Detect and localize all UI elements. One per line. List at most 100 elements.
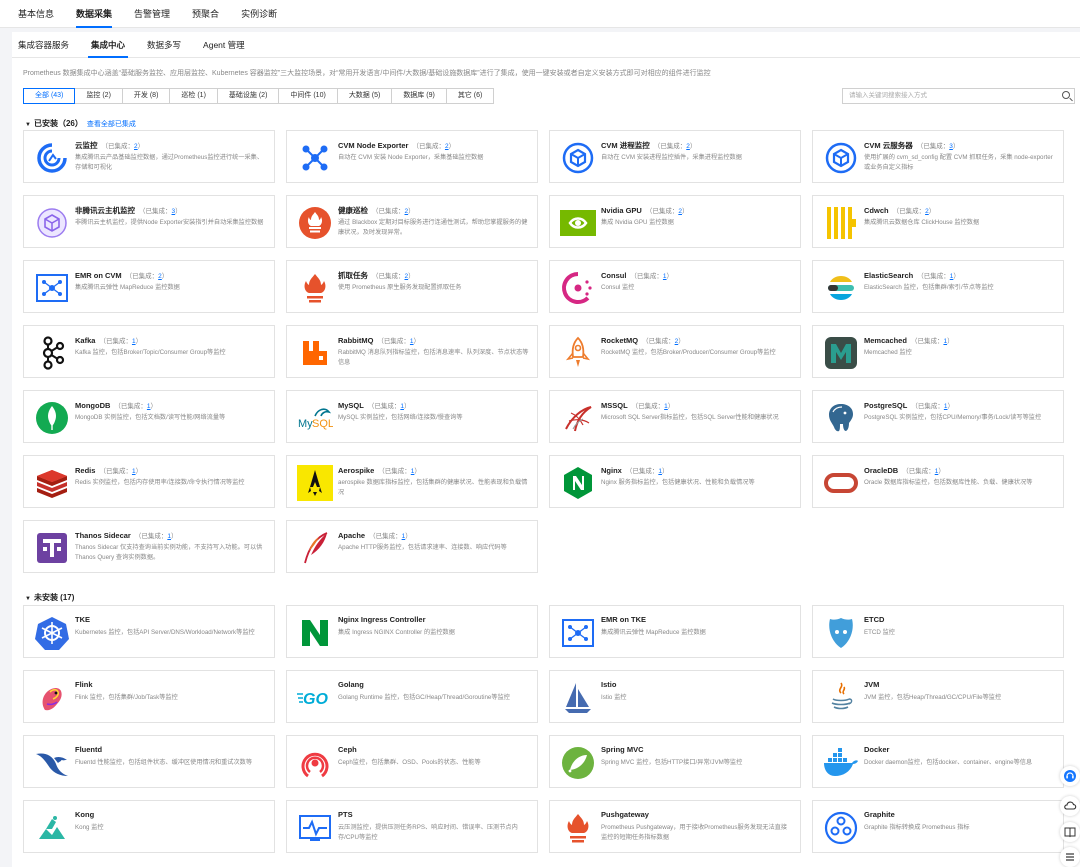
search-icon[interactable] xyxy=(1062,91,1070,99)
integration-card[interactable]: Apache （已集成：1） Apache HTTP服务监控，包括请求速率、连接数、… xyxy=(286,520,538,573)
integration-card[interactable]: Aerospike （已集成：1） aerospike 数据库指标监控，包括集群的健… xyxy=(286,455,538,508)
tab-pre-aggregation[interactable]: 预聚合 xyxy=(192,0,219,28)
oracle-icon xyxy=(823,465,859,501)
integration-card[interactable]: Thanos Sidecar （已集成：1） Thanos Sidecar 仅支持查… xyxy=(23,520,275,573)
list-icon[interactable] xyxy=(1060,847,1080,867)
integration-description: Ceph监控，包括集群、OSD、Pools的状态、性能等 xyxy=(338,759,481,766)
integration-card[interactable]: 健康巡检 （已集成：2） 通过 Blackbox 定期对目标服务进行连通性测试，帮助… xyxy=(286,195,538,248)
integration-card[interactable]: Flink Flink 监控，包括集群/Job/Task等监控 xyxy=(23,670,275,723)
integration-card[interactable]: EMR on TKE 集成腾讯云弹性 MapReduce 监控数据 xyxy=(549,605,801,658)
filter-other[interactable]: 其它 (6) xyxy=(445,88,495,104)
integration-card[interactable]: PTS 云压测监控，提供压测任务RPS、响应时间、错误率、压测节点内存/CPU等监… xyxy=(286,800,538,853)
search-input[interactable]: 请输入关键词搜索接入方式 xyxy=(842,88,1075,104)
caret-down-icon[interactable]: ▼ xyxy=(25,596,31,602)
integration-card[interactable]: CVM 进程监控 （已集成：2） 自动在 CVM 安装进程监控插件，采集进程监控数据 xyxy=(549,130,801,183)
subtab-integration-center[interactable]: 集成中心 xyxy=(88,32,129,58)
integration-card[interactable]: OracleDB （已集成：1） Oracle 数据库指标监控，包括数据库性能、负载… xyxy=(812,455,1064,508)
top-nav: 基本信息 数据采集 告警管理 预聚合 实例诊断 xyxy=(0,0,1080,28)
subtab-container-service[interactable]: 集成容器服务 xyxy=(18,32,69,58)
subtab-multi-write[interactable]: 数据多写 xyxy=(147,32,181,58)
integration-name: Graphite xyxy=(864,810,895,819)
integration-name: PostgreSQL （已集成：1） xyxy=(864,401,954,410)
integration-card[interactable]: 非腾讯云主机监控 （已集成：3） 非腾讯云主机监控，提供Node Exporter安… xyxy=(23,195,275,248)
tab-instance-diagnosis[interactable]: 实例诊断 xyxy=(241,0,277,28)
caret-down-icon[interactable]: ▼ xyxy=(25,122,31,128)
integration-card[interactable]: Docker Docker daemon监控，包括docker、container… xyxy=(812,735,1064,788)
filter-bigdata[interactable]: 大数据 (5) xyxy=(336,88,393,104)
filter-all[interactable]: 全部 (43) xyxy=(23,88,76,104)
integration-card[interactable]: CVM Node Exporter （已集成：2） 自动在 CVM 安装 Node … xyxy=(286,130,538,183)
integration-card[interactable]: MongoDB （已集成：1） MongoDB 实例监控，包括文档数/读写性能/网络… xyxy=(23,390,275,443)
cloud-icon[interactable] xyxy=(1060,796,1080,816)
integration-card[interactable]: Memcached （已集成：1） Memcached 监控 xyxy=(812,325,1064,378)
integration-card[interactable]: Kafka （已集成：1） Kafka 监控，包括Broker/Topic/Cons… xyxy=(23,325,275,378)
aerospike-icon xyxy=(297,465,333,501)
integration-card[interactable]: RocketMQ （已集成：2） RocketMQ 监控，包括Broker/Prod… xyxy=(549,325,801,378)
docs-icon[interactable] xyxy=(1060,822,1080,842)
postgresql-icon xyxy=(823,400,859,436)
integration-name: RabbitMQ （已集成：1） xyxy=(338,336,421,345)
integration-card[interactable]: CVM 云服务器 （已集成：3） 使用扩展的 cvm_sd_config 配置 CV… xyxy=(812,130,1064,183)
node-exporter-icon xyxy=(297,140,333,176)
integration-card[interactable]: EMR on CVM （已集成：2） 集成腾讯云弹性 MapReduce 监控数据 xyxy=(23,260,275,313)
integration-card[interactable]: Kong Kong 监控 xyxy=(23,800,275,853)
integration-card[interactable]: Nvidia GPU （已集成：2） 集成 Nvidia GPU 监控数据 xyxy=(549,195,801,248)
integration-description: Consul 监控 xyxy=(601,284,635,291)
ceph-icon xyxy=(297,745,333,781)
filter-middleware[interactable]: 中间件 (10) xyxy=(278,88,338,104)
integration-description: 自动在 CVM 安装 Node Exporter，采集基础监控数据 xyxy=(338,154,484,161)
integration-card[interactable]: Ceph Ceph监控，包括集群、OSD、Pools的状态、性能等 xyxy=(286,735,538,788)
integration-description: 自动在 CVM 安装进程监控插件，采集进程监控数据 xyxy=(601,154,742,161)
integration-card[interactable]: PostgreSQL （已集成：1） PostgreSQL 实例监控，包括CPU/M… xyxy=(812,390,1064,443)
integration-card[interactable]: JVM JVM 监控，包括Heap/Thread/GC/CPU/File等监控 xyxy=(812,670,1064,723)
integration-description: Golang Runtime 监控，包括GC/Heap/Thread/Gorou… xyxy=(338,694,510,701)
integration-card[interactable]: Cdwch （已集成：2） 集成腾讯云数据仓库 ClickHouse 监控数据 xyxy=(812,195,1064,248)
filter-database[interactable]: 数据库 (9) xyxy=(391,88,447,104)
integrated-count: （已集成：1） xyxy=(134,533,178,540)
integration-card[interactable]: Spring MVC Spring MVC 监控，包括HTTP接口/异常/JVM等… xyxy=(549,735,801,788)
integration-name: TKE xyxy=(75,615,90,624)
mysql-icon: My SQL xyxy=(297,400,333,436)
subtab-agent-management[interactable]: Agent 管理 xyxy=(203,32,245,58)
integrated-count: （已集成：1） xyxy=(902,468,945,475)
filter-inspection[interactable]: 巡检 (1) xyxy=(169,88,218,104)
integrated-count: （已集成：2） xyxy=(653,143,697,150)
integration-name: PTS xyxy=(338,810,353,819)
view-all-installed-link[interactable]: 查看全部已集成 xyxy=(87,121,136,128)
integration-card[interactable]: Istio Istio 监控 xyxy=(549,670,801,723)
filter-monitor[interactable]: 监控 (2) xyxy=(74,88,123,104)
integration-card[interactable]: ETCD ETCD 监控 xyxy=(812,605,1064,658)
integration-card[interactable]: Redis （已集成：1） Redis 实例监控，包括内存使用率/连接数/命令执行情… xyxy=(23,455,275,508)
integration-card[interactable]: TKE Kubernetes 监控，包括API Server/DNS/Worklo… xyxy=(23,605,275,658)
integration-name: ElasticSearch （已集成：1） xyxy=(864,271,960,280)
integration-name: Redis （已集成：1） xyxy=(75,466,143,475)
filter-infrastructure[interactable]: 基础设施 (2) xyxy=(216,88,280,104)
etcd-icon xyxy=(823,615,859,651)
integration-name: CVM Node Exporter （已集成：2） xyxy=(338,141,456,150)
golang-icon: GO xyxy=(297,680,333,716)
integration-card[interactable]: My SQL MySQL （已集成：1） MySQL 实例监控，包括网络/连接数/慢查询… xyxy=(286,390,538,443)
integration-card[interactable]: Nginx Ingress Controller 集成 Ingress NGINX… xyxy=(286,605,538,658)
integration-card[interactable]: Consul （已集成：1） Consul 监控 xyxy=(549,260,801,313)
prometheus-icon xyxy=(560,810,596,846)
integration-card[interactable]: Nginx （已集成：1） Nginx 服务指标监控，包括健康状况、性能和负载情况等 xyxy=(549,455,801,508)
integration-card[interactable]: Fluentd Fluentd 性能监控，包括组件状态、缓冲区使用情况和重试次数等 xyxy=(23,735,275,788)
integration-card[interactable]: Graphite Graphite 指标转换成 Prometheus 指标 xyxy=(812,800,1064,853)
tab-alert-management[interactable]: 告警管理 xyxy=(134,0,170,28)
integration-card[interactable]: 抓取任务 （已集成：2） 使用 Prometheus 原生服务发现配置抓取任务 xyxy=(286,260,538,313)
integration-card[interactable]: GO Golang Golang Runtime 监控，包括GC/Heap/Thre… xyxy=(286,670,538,723)
integration-card[interactable]: Pushgateway Prometheus Pushgateway，用于接收Pr… xyxy=(549,800,801,853)
support-icon[interactable] xyxy=(1060,766,1080,786)
tab-basic-info[interactable]: 基本信息 xyxy=(18,0,54,28)
spring-icon xyxy=(560,745,596,781)
installed-section-title: ▼ 已安装（26） 查看全部已集成 xyxy=(25,119,136,128)
tab-data-collection[interactable]: 数据采集 xyxy=(76,0,113,28)
integration-card[interactable]: 云监控 （已集成：2） 集成腾讯云产品基础监控数据，通过Prometheus监控进行… xyxy=(23,130,275,183)
integration-card[interactable]: MSSQL （已集成：1） Microsoft SQL Server指标监控，包括S… xyxy=(549,390,801,443)
filter-dev[interactable]: 开发 (8) xyxy=(121,88,171,104)
integration-card[interactable]: ElasticSearch （已集成：1） ElasticSearch 监控，包括集… xyxy=(812,260,1064,313)
integration-name: Kafka （已集成：1） xyxy=(75,336,143,345)
integration-description: Redis 实例监控，包括内存使用率/连接数/命令执行情况等监控 xyxy=(75,479,245,486)
integration-card[interactable]: RabbitMQ （已集成：1） RabbitMQ 消息队列指标监控，包括消息速率、… xyxy=(286,325,538,378)
integrated-count: （已集成：1） xyxy=(917,273,960,280)
